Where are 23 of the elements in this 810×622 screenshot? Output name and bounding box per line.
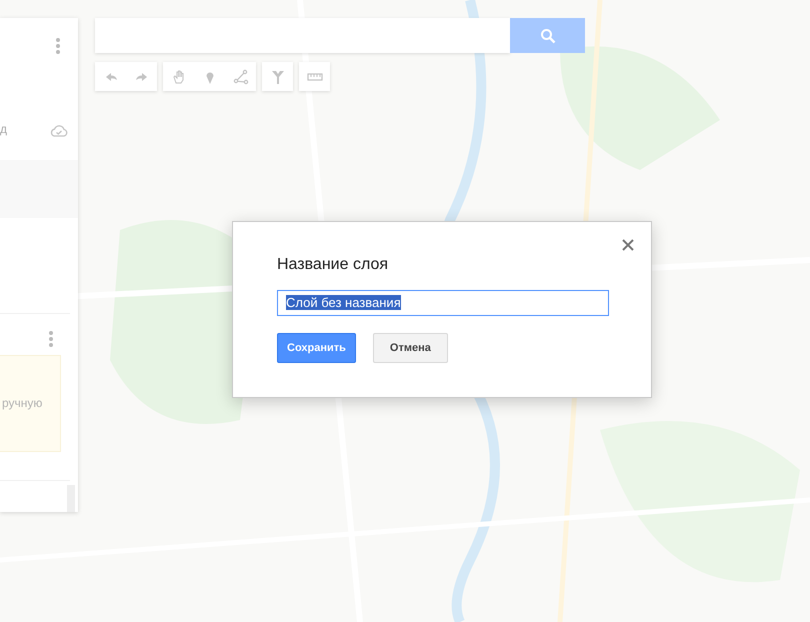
search-icon: [540, 28, 556, 44]
search-button[interactable]: [510, 18, 585, 53]
close-icon[interactable]: [622, 239, 634, 251]
undo-button[interactable]: [95, 62, 126, 91]
input-field[interactable]: Слой без названия: [277, 290, 609, 316]
directions-button[interactable]: [262, 62, 293, 91]
directions-icon: [270, 68, 286, 84]
line-icon: [232, 68, 248, 84]
more-icon[interactable]: [49, 331, 53, 347]
hand-icon: [170, 68, 186, 84]
note-text: ручную: [2, 396, 42, 410]
dialog-title: Название слоя: [277, 256, 390, 274]
redo-button[interactable]: [126, 62, 157, 91]
cancel-button[interactable]: Отмена: [372, 333, 448, 363]
scrollbar[interactable]: [67, 485, 75, 512]
cloud-icon: [50, 124, 68, 138]
search-field[interactable]: [95, 18, 510, 53]
line-button[interactable]: [225, 62, 256, 91]
more-icon[interactable]: [56, 38, 60, 54]
ruler-button[interactable]: [299, 62, 330, 91]
save-button[interactable]: Сохранить: [277, 333, 356, 363]
hand-button[interactable]: [163, 62, 194, 91]
layer-label: д: [0, 122, 8, 136]
